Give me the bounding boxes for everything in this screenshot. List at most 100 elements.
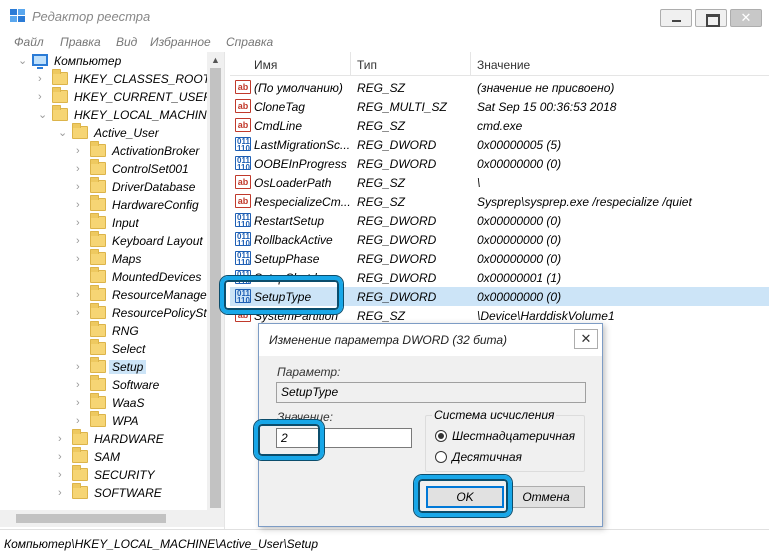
tree-item-label: WPA	[112, 414, 139, 428]
list-item[interactable]: ab RespecializeCm... REG_SZ Sysprep\sysprep…	[230, 192, 769, 211]
folder-icon	[72, 123, 88, 139]
chevron-right-icon[interactable]: ›	[76, 214, 88, 232]
chevron-right-icon[interactable]: ›	[76, 142, 88, 160]
registry-tree[interactable]: ⌄ Компьютер › HKEY_CLASSES_ROOT › HKEY_CURR…	[0, 52, 224, 529]
value-input-highlight	[254, 420, 324, 460]
menu-edit[interactable]: Правка	[60, 35, 101, 49]
chevron-right-icon[interactable]: ›	[76, 178, 88, 196]
string-value-icon: ab	[235, 99, 251, 113]
chevron-right-icon[interactable]: ›	[58, 448, 70, 466]
chevron-right-icon[interactable]: ›	[38, 88, 50, 106]
tree-item-label: DriverDatabase	[112, 180, 196, 194]
tree-item-label: Select	[112, 342, 146, 356]
tree-item-label: HardwareConfig	[112, 198, 199, 212]
chevron-right-icon[interactable]: ›	[76, 286, 88, 304]
string-value-icon: ab	[235, 194, 251, 208]
folder-icon	[90, 393, 106, 409]
dialog-close-button[interactable]: ✕	[574, 329, 598, 349]
ok-button-highlight	[414, 475, 512, 517]
chevron-right-icon[interactable]: ›	[76, 394, 88, 412]
status-path: Компьютер\HKEY_LOCAL_MACHINE\Active_User…	[4, 537, 319, 551]
list-item[interactable]: ab (По умолчанию) REG_SZ (значение не присв…	[230, 78, 769, 97]
scroll-thumb[interactable]	[16, 514, 166, 523]
cancel-button[interactable]: Отмена	[507, 486, 585, 508]
dec-radio[interactable]	[435, 451, 447, 463]
folder-icon	[90, 357, 106, 373]
value-name: RollbackActive	[254, 233, 333, 247]
title-bar: Редактор реестра ✕	[0, 0, 769, 32]
value-value: \Device\HarddiskVolume1	[477, 309, 615, 323]
folder-icon	[72, 465, 88, 481]
maximize-button[interactable]	[695, 9, 727, 27]
column-type-header[interactable]: Тип	[357, 58, 377, 72]
list-item[interactable]: ab CmdLine REG_SZ cmd.exe	[230, 116, 769, 135]
base-group-title: Система исчисления	[432, 408, 557, 422]
chevron-right-icon[interactable]: ›	[76, 250, 88, 268]
value-name: SetupPhase	[254, 252, 320, 266]
menu-view[interactable]: Вид	[116, 35, 137, 49]
menu-help[interactable]: Справка	[226, 35, 273, 49]
folder-icon	[90, 375, 106, 391]
value-value: 0x00000000 (0)	[477, 214, 562, 228]
setuptype-highlight	[220, 276, 343, 314]
hex-label[interactable]: Шестнадцатеричная	[452, 429, 575, 443]
chevron-right-icon[interactable]: ›	[76, 358, 88, 376]
folder-icon	[90, 339, 106, 355]
column-value-header[interactable]: Значение	[477, 58, 530, 72]
list-item[interactable]: ab OsLoaderPath REG_SZ \	[230, 173, 769, 192]
list-item[interactable]: 011 110 RollbackActive REG_DWORD 0x00000000 …	[230, 230, 769, 249]
chevron-right-icon[interactable]: ›	[76, 232, 88, 250]
string-value-icon: ab	[235, 118, 251, 132]
close-icon: ✕	[580, 331, 592, 346]
chevron-right-icon[interactable]: ›	[76, 196, 88, 214]
folder-icon	[52, 87, 68, 103]
list-item[interactable]: 011 110 LastMigrationSc... REG_DWORD 0x00000…	[230, 135, 769, 154]
value-value: (значение не присвоено)	[477, 81, 615, 95]
chevron-down-icon[interactable]: ⌄	[58, 124, 70, 142]
value-name: CloneTag	[254, 100, 305, 114]
dialog-title-bar: Изменение параметра DWORD (32 бита) ✕	[259, 324, 602, 356]
list-item[interactable]: 011 110 OOBEInProgress REG_DWORD 0x00000000 …	[230, 154, 769, 173]
regedit-icon	[10, 9, 25, 22]
value-type: REG_DWORD	[357, 271, 437, 285]
folder-icon	[90, 249, 106, 265]
chevron-right-icon[interactable]: ›	[58, 430, 70, 448]
chevron-down-icon[interactable]: ⌄	[38, 106, 50, 124]
tree-item-label: WaaS	[112, 396, 145, 410]
chevron-right-icon[interactable]: ›	[38, 70, 50, 88]
list-item[interactable]: ab CloneTag REG_MULTI_SZ Sat Sep 15 00:36:5…	[230, 97, 769, 116]
folder-icon	[72, 429, 88, 445]
computer-icon	[32, 54, 48, 69]
tree-item-label: Setup	[109, 360, 147, 374]
chevron-right-icon[interactable]: ›	[58, 484, 70, 502]
hex-radio[interactable]	[435, 430, 447, 442]
folder-icon	[90, 231, 106, 247]
list-item[interactable]: 011 110 RestartSetup REG_DWORD 0x00000000 (0…	[230, 211, 769, 230]
folder-icon	[90, 267, 106, 283]
minimize-button[interactable]	[660, 9, 692, 27]
folder-icon	[52, 69, 68, 85]
folder-icon	[90, 195, 106, 211]
chevron-right-icon[interactable]: ›	[76, 160, 88, 178]
param-name-field: SetupType	[276, 382, 586, 403]
tree-item-label: SECURITY	[94, 468, 155, 482]
chevron-right-icon[interactable]: ›	[76, 412, 88, 430]
tree-item-label: Keyboard Layout	[112, 234, 203, 248]
value-name: RespecializeCm...	[254, 195, 351, 209]
menu-file[interactable]: Файл	[14, 35, 44, 49]
tree-horizontal-scrollbar[interactable]	[0, 510, 224, 527]
close-button[interactable]: ✕	[730, 9, 762, 27]
menu-bar: Файл Правка Вид Избранное Справка	[0, 32, 769, 52]
chevron-right-icon[interactable]: ›	[76, 304, 88, 322]
menu-favorites[interactable]: Избранное	[150, 35, 211, 49]
chevron-down-icon[interactable]: ⌄	[18, 52, 30, 70]
chevron-right-icon[interactable]: ›	[58, 466, 70, 484]
scroll-up-icon[interactable]: ▲	[211, 55, 220, 65]
chevron-right-icon[interactable]: ›	[76, 376, 88, 394]
column-name-header[interactable]: Имя	[254, 58, 277, 72]
dword-value-icon: 011 110	[235, 156, 251, 172]
dec-label[interactable]: Десятичная	[452, 450, 522, 464]
value-type: REG_SZ	[357, 176, 406, 190]
list-item[interactable]: 011 110 SetupPhase REG_DWORD 0x00000000 (0)	[230, 249, 769, 268]
value-type: REG_DWORD	[357, 157, 437, 171]
